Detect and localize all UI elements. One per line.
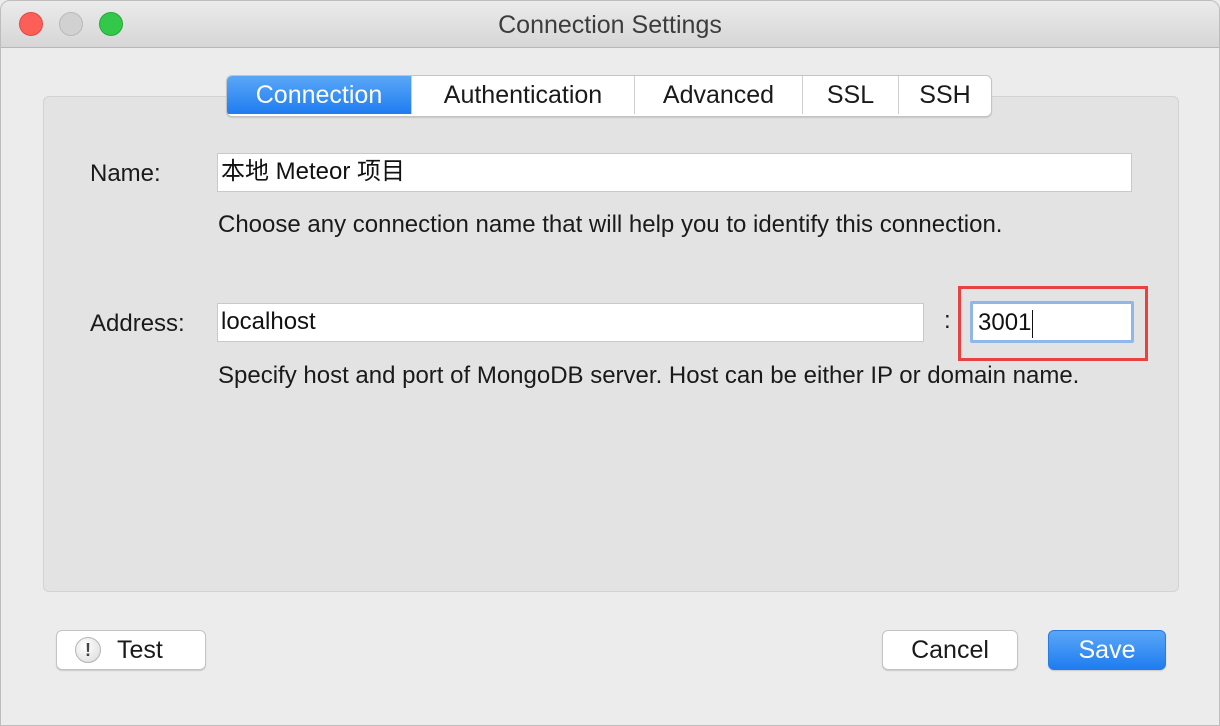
test-button-label: Test [117,636,163,664]
port-input[interactable]: 3001 [970,301,1134,343]
title-bar: Connection Settings [1,1,1219,48]
settings-tab-bar: Connection Authentication Advanced SSL S… [226,75,992,117]
tab-connection[interactable]: Connection [227,76,411,114]
name-help-text: Choose any connection name that will hel… [218,211,1003,238]
name-label: Name: [90,160,161,187]
tab-ssl[interactable]: SSL [802,76,898,114]
tab-ssh[interactable]: SSH [898,76,991,114]
cancel-button[interactable]: Cancel [882,630,1018,670]
warning-icon: ! [75,637,101,663]
tab-advanced[interactable]: Advanced [634,76,802,114]
name-input[interactable]: 本地 Meteor 项目 [217,153,1132,192]
save-button[interactable]: Save [1048,630,1166,670]
host-input[interactable]: localhost [217,303,924,342]
window-title: Connection Settings [498,11,722,39]
port-value: 3001 [978,309,1032,336]
port-separator: : [944,307,951,334]
address-help-text: Specify host and port of MongoDB server.… [218,362,1080,389]
address-label: Address: [90,310,185,337]
tab-authentication[interactable]: Authentication [411,76,634,114]
text-caret [1032,309,1034,338]
connection-settings-window: Connection Settings Connection Authentic… [0,0,1220,726]
test-button[interactable]: ! Test [56,630,206,670]
